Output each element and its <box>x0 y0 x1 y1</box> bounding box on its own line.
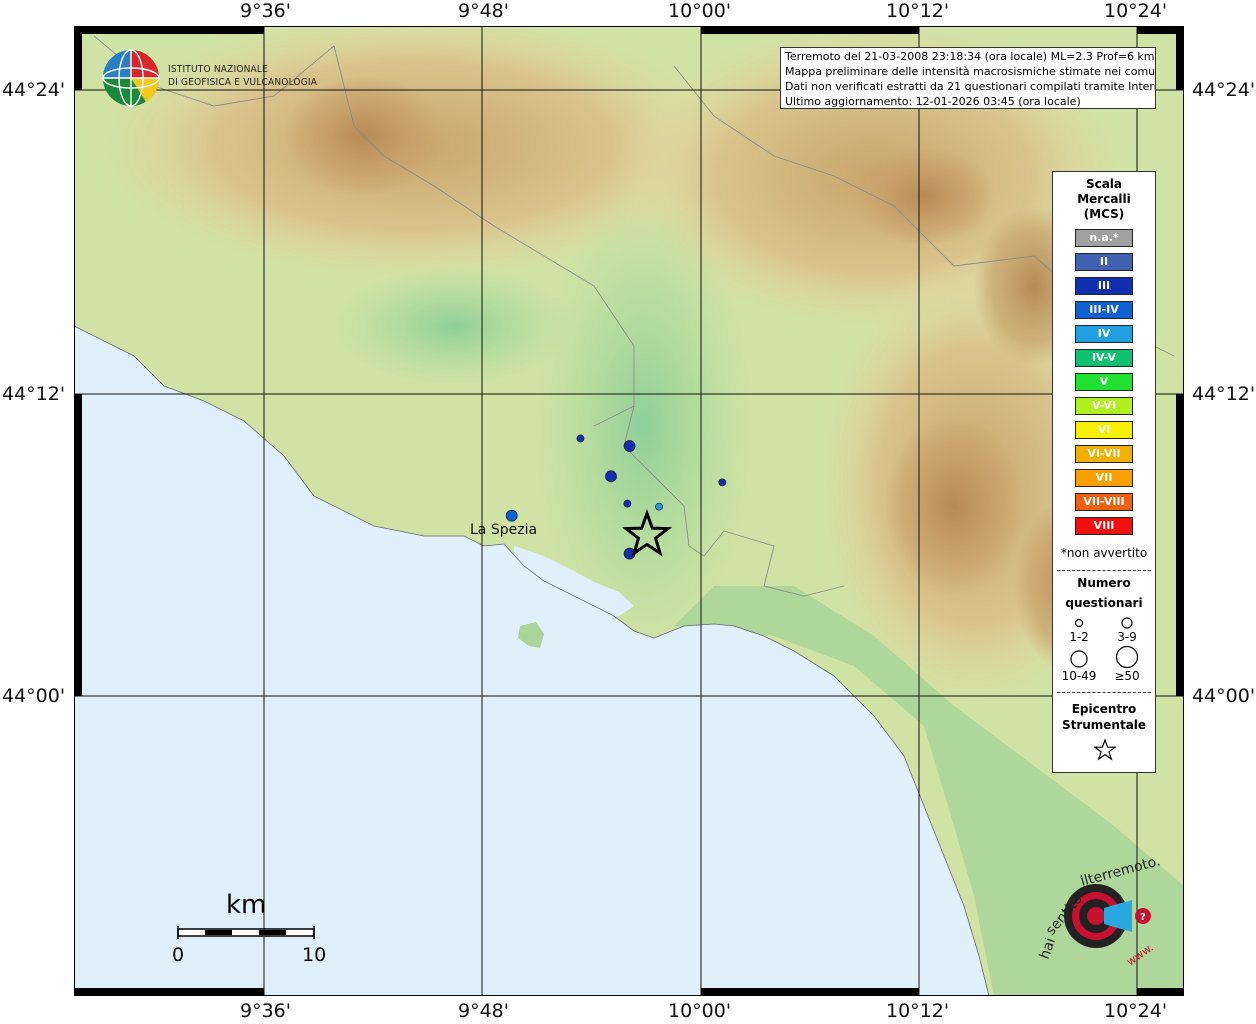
legend-title: Scala Mercalli (MCS) <box>1053 177 1155 222</box>
lon-label-top-1: 9°36' <box>240 0 291 22</box>
legend-swatch-10: VI-VII <box>1075 445 1133 463</box>
legend: Scala Mercalli (MCS) n.a.* II III III-IV IV I… <box>1052 171 1156 773</box>
legend-swatch-5: IV <box>1075 325 1133 343</box>
info-line-3: Dati non verificati estratti da 21 quest… <box>785 80 1156 93</box>
observation-point-4[interactable] <box>623 499 632 508</box>
place-label-la-spezia: La Spezia <box>470 522 538 538</box>
observation-point-6[interactable] <box>718 478 727 487</box>
legend-swatch-4: III-IV <box>1075 301 1133 319</box>
svg-text:ilterremoto.: ilterremoto. <box>1079 856 1160 890</box>
map-canvas <box>74 26 1184 996</box>
lat-label-right-3: 44°00' <box>1192 685 1256 707</box>
count-label-3: 10-49 <box>1061 669 1097 683</box>
legend-swatch-3: III <box>1075 277 1133 295</box>
scalebar-min: 0 <box>172 944 185 966</box>
lon-label-bottom-5: 10°24' <box>1104 1000 1168 1022</box>
terremoto-logo-icon: ? hai sentito ilterremoto. www. <box>1037 856 1160 969</box>
count-label-4: ≥50 <box>1114 669 1140 683</box>
svg-text:?: ? <box>1140 912 1146 923</box>
legend-title-line-1: Scala <box>1085 177 1123 191</box>
lat-label-right-2: 44°12' <box>1192 383 1256 405</box>
legend-swatch-7: V <box>1075 373 1133 391</box>
svg-text:hai: hai <box>1037 936 1059 962</box>
scalebar-max: 10 <box>302 944 327 966</box>
info-line-1: Terremoto del 21-03-2008 23:18:34 (ora l… <box>785 50 1155 63</box>
globe-icon <box>102 49 160 107</box>
legend-swatch-11: VII <box>1075 469 1133 487</box>
lon-label-top-4: 10°12' <box>886 0 950 22</box>
info-line-4: Ultimo aggiornamento: 12-01-2026 03:45 (… <box>785 95 1081 108</box>
legend-swatch-9: VI <box>1075 421 1133 439</box>
institute-line-1: ISTITUTO NAZIONALE <box>168 64 268 75</box>
legend-note: *non avvertito <box>1060 546 1148 560</box>
lat-label-right-1: 44°24' <box>1192 79 1256 101</box>
lon-label-top-5: 10°24' <box>1104 0 1168 22</box>
legend-separator-2 <box>1057 692 1151 693</box>
count-title-2: questionari <box>1065 596 1143 610</box>
count-label-1: 1-2 <box>1069 630 1089 644</box>
lon-label-bottom-3: 10°00' <box>668 1000 732 1022</box>
legend-title-line-2: Mercalli <box>1077 192 1131 206</box>
svg-text:www.: www. <box>1124 941 1156 969</box>
observation-point-7[interactable] <box>505 509 518 522</box>
legend-swatch-2: II <box>1075 253 1133 271</box>
vara-valley <box>334 266 574 386</box>
legend-swatch-1: n.a.* <box>1075 229 1133 247</box>
epicenter-title-2: Strumentale <box>1061 718 1147 732</box>
legend-swatch-6: IV-V <box>1075 349 1133 367</box>
lon-label-top-2: 9°48' <box>458 0 509 22</box>
epicenter-title-1: Epicentro <box>1071 702 1137 716</box>
info-line-2: Mappa preliminare delle intensità macros… <box>785 65 1156 78</box>
ingv-logo <box>101 48 161 108</box>
scalebar-unit: km <box>226 890 267 920</box>
legend-separator-1 <box>1057 570 1151 571</box>
institute-line-2: DI GEOFISICA E VULCANOLOGIA <box>168 77 318 88</box>
lon-label-bottom-2: 9°48' <box>458 1000 509 1022</box>
institute-name: ISTITUTO NAZIONALE DI GEOFISICA E VULCAN… <box>168 63 317 89</box>
event-info-box: Terremoto del 21-03-2008 23:18:34 (ora l… <box>780 47 1156 109</box>
haisentito-logo[interactable]: ? hai sentito ilterremoto. www. <box>1030 856 1160 974</box>
legend-title-line-3: (MCS) <box>1083 207 1125 221</box>
count-title-1: Numero <box>1077 576 1131 590</box>
lon-label-bottom-1: 9°36' <box>240 1000 291 1022</box>
star-icon <box>1094 739 1116 761</box>
peak-3 <box>884 416 1024 596</box>
observation-point-1[interactable] <box>576 434 585 443</box>
scalebar <box>177 926 315 939</box>
intensity-map[interactable] <box>74 26 1184 996</box>
legend-swatch-12: VII-VIII <box>1075 493 1133 511</box>
lon-label-bottom-4: 10°12' <box>886 1000 950 1022</box>
lat-label-left-2: 44°12' <box>2 383 66 405</box>
lat-label-left-1: 44°24' <box>2 79 66 101</box>
observation-point-2[interactable] <box>623 440 636 452</box>
legend-swatch-8: V-VI <box>1075 397 1133 415</box>
legend-swatch-13: VIII <box>1075 517 1133 535</box>
observation-point-5[interactable] <box>655 502 663 511</box>
count-label-2: 3-9 <box>1117 630 1137 644</box>
observation-point-3[interactable] <box>605 470 617 483</box>
lon-label-top-3: 10°00' <box>668 0 732 22</box>
lat-label-left-3: 44°00' <box>2 685 66 707</box>
